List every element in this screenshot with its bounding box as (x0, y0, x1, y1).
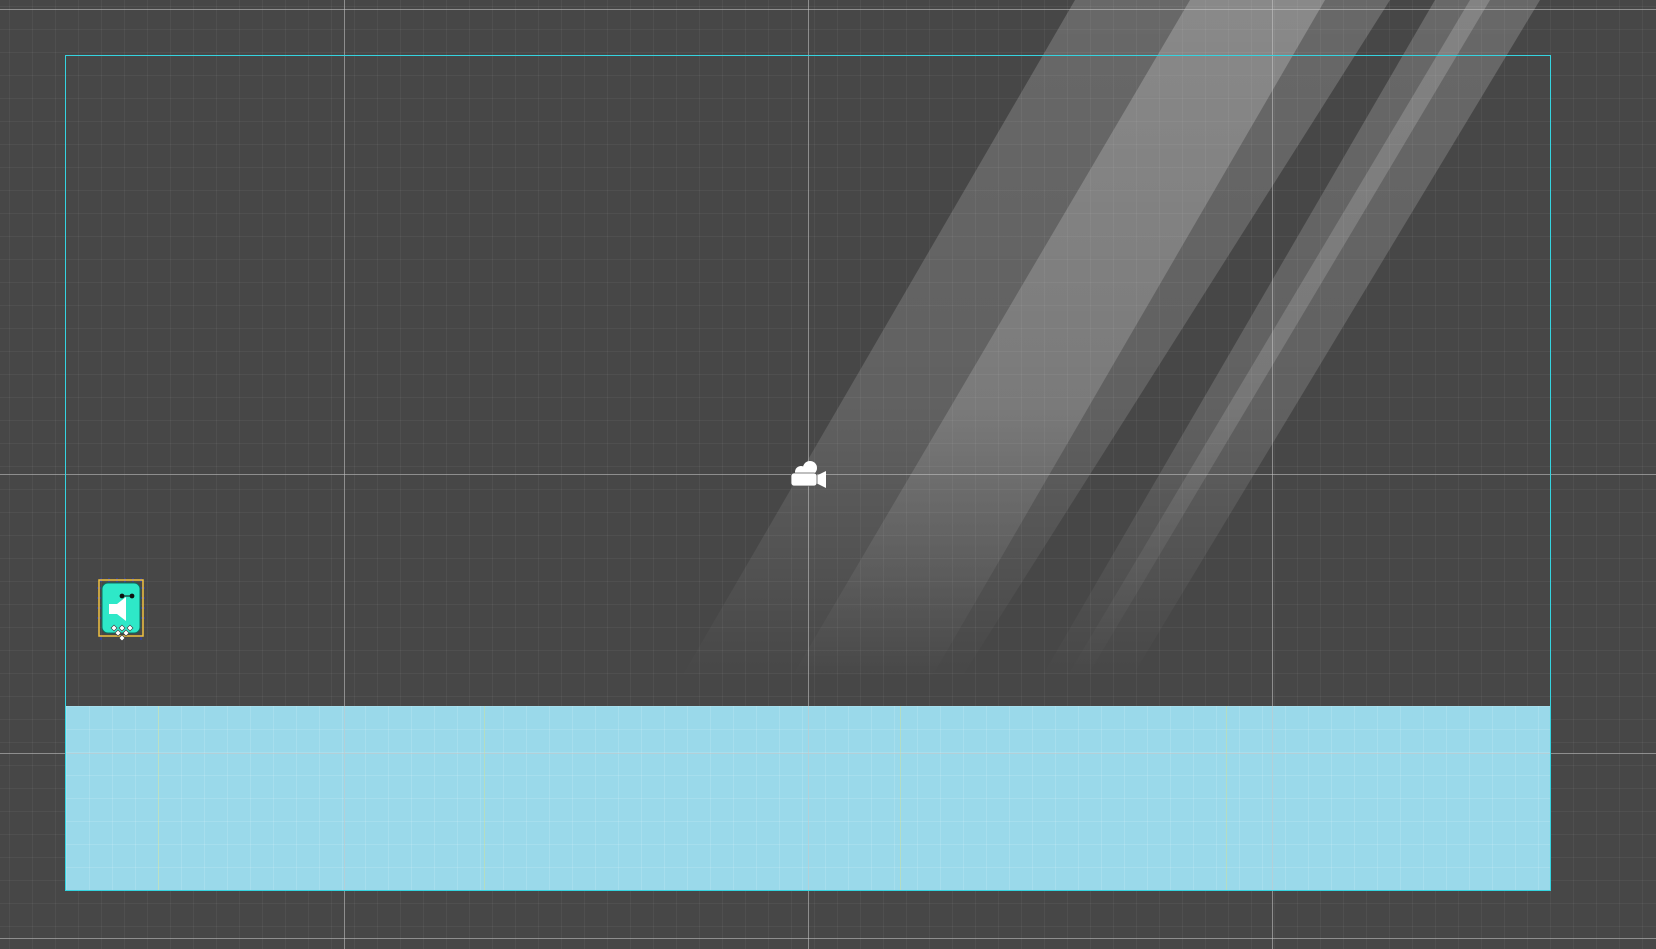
guide-line-horizontal (0, 9, 1656, 10)
scene-viewport[interactable] (0, 0, 1656, 949)
camera-icon[interactable] (788, 458, 830, 492)
speaker-sprite[interactable] (97, 576, 145, 642)
guide-line-horizontal (0, 938, 1656, 939)
